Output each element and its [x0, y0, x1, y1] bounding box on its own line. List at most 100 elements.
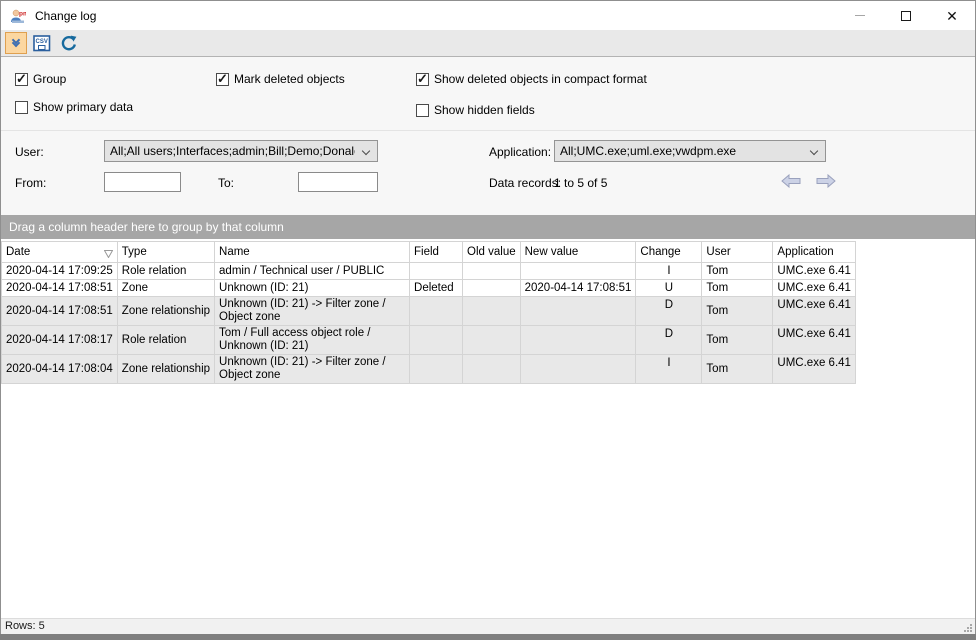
table-row[interactable]: 2020-04-14 17:09:25 Role relation admin … [2, 263, 856, 280]
user-combobox-value: All;All users;Interfaces;admin;Bill;Demo… [110, 144, 355, 158]
cell-new-value [520, 263, 636, 280]
filter-panel: Group Mark deleted objects Show deleted … [1, 57, 975, 215]
table-row[interactable]: 2020-04-14 17:08:51 Zone Unknown (ID: 21… [2, 280, 856, 297]
checkbox-label: Mark deleted objects [234, 72, 345, 86]
cell-user: Tom [702, 263, 773, 280]
cell-field: Deleted [410, 280, 463, 297]
status-bar: Rows: 5 [1, 618, 975, 634]
checkbox-group[interactable]: Group [15, 72, 66, 86]
to-input[interactable] [298, 172, 378, 192]
cell-type: Zone relationship [117, 297, 214, 326]
checkbox-box [15, 73, 28, 86]
cell-name: Tom / Full access object role / Unknown … [215, 326, 410, 355]
column-header-application[interactable]: Application [773, 242, 856, 263]
column-header-user[interactable]: User [702, 242, 773, 263]
checkbox-box [416, 73, 429, 86]
window-controls: ✕ [837, 1, 975, 30]
checkbox-mark-deleted-objects[interactable]: Mark deleted objects [216, 72, 345, 86]
sort-descending-icon [104, 250, 113, 258]
previous-page-arrow-icon[interactable] [781, 174, 801, 188]
column-header-name[interactable]: Name [215, 242, 410, 263]
checkbox-label: Show primary data [33, 100, 133, 114]
cell-application: UMC.exe 6.41 [773, 297, 856, 326]
chevron-down-icon [362, 147, 370, 155]
maximize-button[interactable] [883, 1, 929, 30]
cell-old-value [463, 297, 521, 326]
checkbox-label: Show deleted objects in compact format [434, 72, 647, 86]
cell-name: admin / Technical user / PUBLIC [215, 263, 410, 280]
cell-user: Tom [702, 280, 773, 297]
cell-date: 2020-04-14 17:08:04 [2, 355, 118, 384]
cell-type: Role relation [117, 263, 214, 280]
cell-type: Zone relationship [117, 355, 214, 384]
table-body: 2020-04-14 17:09:25 Role relation admin … [2, 263, 856, 384]
column-header-label: Date [6, 246, 30, 258]
cell-date: 2020-04-14 17:09:25 [2, 263, 118, 280]
window-bottom-edge [0, 634, 976, 640]
next-page-arrow-icon[interactable] [816, 174, 836, 188]
checkbox-label: Group [33, 72, 66, 86]
group-by-drop-zone[interactable]: Drag a column header here to group by th… [1, 215, 975, 239]
cell-application: UMC.exe 6.41 [773, 355, 856, 384]
maximize-icon [901, 11, 911, 21]
cell-change: I [636, 263, 702, 280]
application-label: Application: [489, 145, 551, 159]
svg-text:CSV: CSV [36, 39, 48, 45]
cell-user: Tom [702, 355, 773, 384]
from-label: From: [15, 176, 46, 190]
cell-change: U [636, 280, 702, 297]
cell-application: UMC.exe 6.41 [773, 326, 856, 355]
svg-text:pm: pm [19, 10, 26, 17]
cell-field [410, 263, 463, 280]
expand-filter-button[interactable] [5, 32, 27, 54]
cell-field [410, 297, 463, 326]
table-row[interactable]: 2020-04-14 17:08:51 Zone relationship Un… [2, 297, 856, 326]
minimize-icon [855, 15, 865, 16]
cell-name: Unknown (ID: 21) -> Filter zone / Object… [215, 355, 410, 384]
cell-application: UMC.exe 6.41 [773, 280, 856, 297]
column-header-type[interactable]: Type [117, 242, 214, 263]
column-header-change[interactable]: Change [636, 242, 702, 263]
export-csv-button[interactable]: CSV [31, 32, 53, 54]
checkbox-box [216, 73, 229, 86]
cell-change: D [636, 326, 702, 355]
cell-new-value [520, 355, 636, 384]
cell-field [410, 326, 463, 355]
table-row[interactable]: 2020-04-14 17:08:17 Role relation Tom / … [2, 326, 856, 355]
window-title: Change log [35, 9, 96, 23]
application-combobox[interactable]: All;UMC.exe;uml.exe;vwdpm.exe [554, 140, 826, 162]
data-records-label: Data records: [489, 176, 561, 190]
user-label: User: [15, 145, 44, 159]
user-combobox[interactable]: All;All users;Interfaces;admin;Bill;Demo… [104, 140, 378, 162]
cell-change: I [636, 355, 702, 384]
cell-change: D [636, 297, 702, 326]
change-log-window: pm Change log ✕ CSV [0, 0, 976, 640]
checkbox-show-hidden-fields[interactable]: Show hidden fields [416, 103, 535, 117]
column-header-old-value[interactable]: Old value [463, 242, 521, 263]
cell-date: 2020-04-14 17:08:51 [2, 297, 118, 326]
column-header-field[interactable]: Field [410, 242, 463, 263]
to-label: To: [218, 176, 234, 190]
data-records-value: 1 to 5 of 5 [554, 176, 607, 190]
table-header-row: Date Type Name Field Old value New value… [2, 242, 856, 263]
cell-type: Zone [117, 280, 214, 297]
checkbox-label: Show hidden fields [434, 103, 535, 117]
refresh-arrow-icon [60, 35, 77, 52]
close-button[interactable]: ✕ [929, 1, 975, 30]
cell-application: UMC.exe 6.41 [773, 263, 856, 280]
title-bar[interactable]: pm Change log ✕ [1, 1, 975, 30]
checkbox-show-deleted-compact[interactable]: Show deleted objects in compact format [416, 72, 647, 86]
column-header-date[interactable]: Date [2, 242, 118, 263]
from-input[interactable] [104, 172, 181, 192]
resize-grip[interactable] [964, 624, 973, 633]
checkbox-show-primary-data[interactable]: Show primary data [15, 100, 133, 114]
checkbox-box [416, 104, 429, 117]
panel-divider [1, 130, 975, 131]
minimize-button[interactable] [837, 1, 883, 30]
table-row[interactable]: 2020-04-14 17:08:04 Zone relationship Un… [2, 355, 856, 384]
column-header-new-value[interactable]: New value [520, 242, 636, 263]
cell-user: Tom [702, 297, 773, 326]
refresh-button[interactable] [57, 32, 79, 54]
cell-new-value: 2020-04-14 17:08:51 [520, 280, 636, 297]
chevron-down-icon [810, 147, 818, 155]
